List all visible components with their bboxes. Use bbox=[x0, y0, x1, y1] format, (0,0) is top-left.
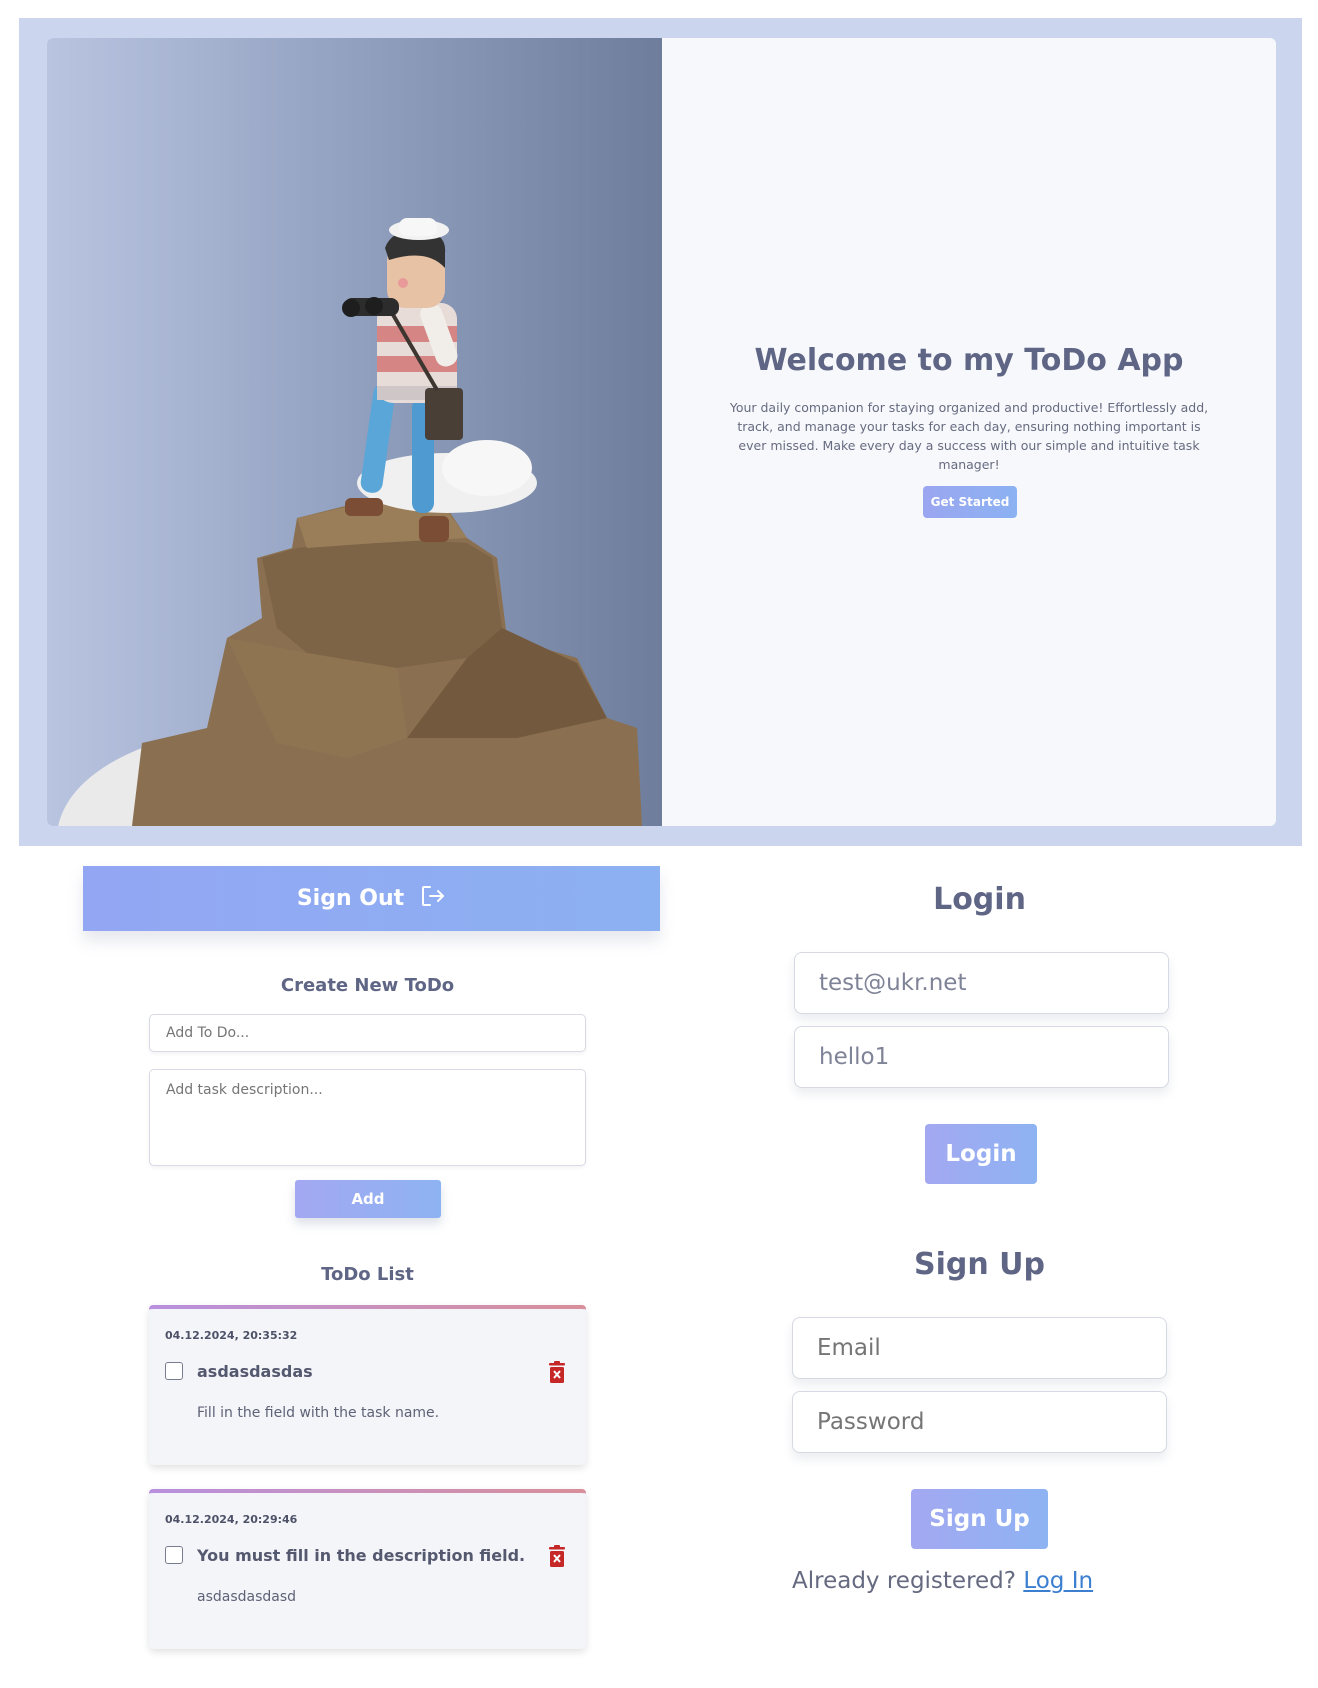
todo-date: 04.12.2024, 20:29:46 bbox=[165, 1513, 298, 1526]
already-registered-label: Already registered? bbox=[792, 1568, 1016, 1594]
todo-title: You must fill in the description field. bbox=[197, 1546, 526, 1565]
login-title: Login bbox=[933, 882, 1026, 917]
todo-checkbox[interactable] bbox=[165, 1362, 183, 1380]
todo-description-input[interactable] bbox=[149, 1069, 586, 1166]
login-button[interactable]: Login bbox=[925, 1124, 1037, 1184]
hero-card: Welcome to my ToDo App Your daily compan… bbox=[47, 38, 1276, 826]
login-link[interactable]: Log In bbox=[1023, 1568, 1093, 1594]
todo-title: asdasdasdas bbox=[197, 1362, 313, 1381]
todo-description: Fill in the field with the task name. bbox=[197, 1405, 440, 1421]
create-todo-title: Create New ToDo bbox=[280, 975, 455, 996]
login-email-field[interactable]: test@ukr.net bbox=[794, 952, 1169, 1014]
logout-icon bbox=[420, 884, 446, 914]
signup-button[interactable]: Sign Up bbox=[911, 1489, 1048, 1549]
login-password-field[interactable]: hello1 bbox=[794, 1026, 1169, 1088]
already-registered-text: Already registered? Log In bbox=[792, 1568, 1093, 1594]
todo-description: asdasdasdasd bbox=[197, 1589, 297, 1605]
trash-icon[interactable] bbox=[548, 1545, 566, 1571]
signup-title: Sign Up bbox=[913, 1247, 1045, 1282]
add-todo-button[interactable]: Add bbox=[295, 1180, 441, 1218]
todo-date: 04.12.2024, 20:35:32 bbox=[165, 1329, 298, 1342]
todo-checkbox[interactable] bbox=[165, 1546, 183, 1564]
todo-item: 04.12.2024, 20:29:46 You must fill in th… bbox=[149, 1489, 586, 1649]
sign-out-label: Sign Out bbox=[296, 886, 405, 911]
signup-password-field[interactable] bbox=[792, 1391, 1167, 1453]
get-started-button[interactable]: Get Started bbox=[923, 486, 1017, 518]
trash-icon[interactable] bbox=[548, 1361, 566, 1387]
hero-text-panel: Welcome to my ToDo App Your daily compan… bbox=[662, 38, 1276, 826]
todo-title-input[interactable] bbox=[149, 1014, 586, 1052]
hero-illustration bbox=[47, 38, 662, 826]
signup-email-field[interactable] bbox=[792, 1317, 1167, 1379]
sign-out-button[interactable]: Sign Out bbox=[83, 866, 660, 931]
hero-section: Welcome to my ToDo App Your daily compan… bbox=[19, 18, 1302, 846]
hero-description: Your daily companion for staying organiz… bbox=[729, 400, 1209, 472]
todo-list-title: ToDo List bbox=[321, 1264, 414, 1285]
todo-item: 04.12.2024, 20:35:32 asdasdasdas Fill in… bbox=[149, 1305, 586, 1465]
hero-title: Welcome to my ToDo App bbox=[754, 343, 1184, 378]
